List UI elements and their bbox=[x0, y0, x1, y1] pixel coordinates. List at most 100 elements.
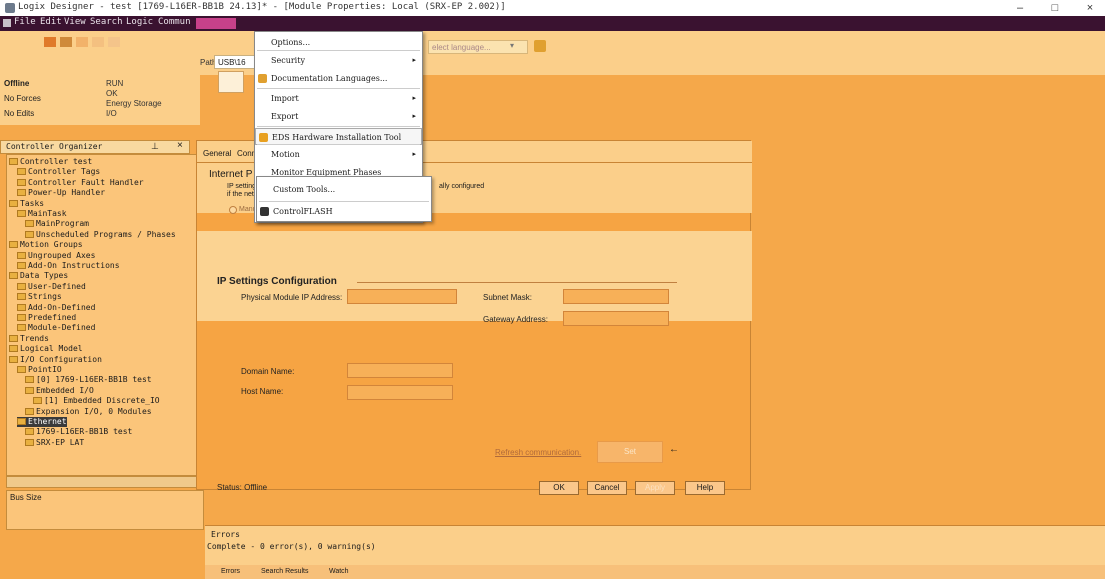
menu-bar: File Edit View Search Logic Commun bbox=[0, 16, 1105, 31]
tree-item[interactable]: [1] Embedded Discrete_IO bbox=[33, 396, 160, 406]
tree-item[interactable]: Strings bbox=[17, 292, 62, 302]
open-icon[interactable] bbox=[60, 37, 72, 47]
tree-item[interactable]: [0] 1769-L16ER-BB1B test bbox=[25, 375, 152, 385]
cancel-button[interactable]: Cancel bbox=[587, 481, 627, 495]
menu-tools-highlight[interactable] bbox=[196, 18, 236, 29]
ok-button[interactable]: OK bbox=[539, 481, 579, 495]
physical-ip-field[interactable] bbox=[347, 289, 457, 304]
menu-separator bbox=[257, 88, 420, 89]
apply-button[interactable]: Apply bbox=[635, 481, 675, 495]
tree-item[interactable]: SRX-EP LAT bbox=[25, 438, 84, 448]
tree-item[interactable]: Controller Tags bbox=[17, 167, 100, 177]
refresh-communication-link[interactable]: Refresh communication. bbox=[495, 448, 581, 457]
tree-item-label: Trends bbox=[20, 333, 49, 343]
menu-view[interactable]: View bbox=[64, 17, 86, 27]
close-icon[interactable]: × bbox=[177, 140, 183, 151]
domain-name-field[interactable] bbox=[347, 363, 453, 378]
folder-icon bbox=[9, 199, 18, 207]
maximize-button[interactable]: □ bbox=[1040, 0, 1070, 16]
folder-icon bbox=[25, 407, 34, 415]
edits-status: No Edits bbox=[4, 109, 35, 118]
minimize-button[interactable]: – bbox=[1005, 0, 1035, 16]
tree-item[interactable]: Expansion I/O, 0 Modules bbox=[25, 407, 152, 417]
controlflash-item[interactable]: ControlFLASH bbox=[257, 203, 431, 220]
tree-item-label: Module-Defined bbox=[28, 323, 96, 333]
tree-item-label: [1] Embedded Discrete_IO bbox=[44, 396, 160, 406]
tree-item[interactable]: Add-On-Defined bbox=[17, 303, 95, 313]
controller-mode-icon bbox=[218, 71, 244, 93]
close-button[interactable]: × bbox=[1075, 0, 1105, 16]
tree-item[interactable]: Data Types bbox=[9, 271, 68, 281]
tree-item[interactable]: 1769-L16ER-BB1B test bbox=[25, 427, 132, 437]
tab-general[interactable]: General bbox=[203, 149, 231, 158]
energy-storage-indicator: Energy Storage bbox=[106, 99, 162, 108]
tree-item[interactable]: I/O Configuration bbox=[9, 355, 102, 365]
subnet-mask-label: Subnet Mask: bbox=[483, 293, 532, 302]
tree-item[interactable]: Unscheduled Programs / Phases bbox=[25, 230, 176, 240]
folder-icon bbox=[9, 272, 18, 280]
tree-item[interactable]: Embedded I/O bbox=[25, 386, 94, 396]
tree-item-label: Strings bbox=[28, 292, 62, 302]
tree-item[interactable]: Power-Up Handler bbox=[17, 188, 105, 198]
menu-item[interactable]: Import ▸ bbox=[255, 90, 422, 107]
tree-item[interactable]: Tasks bbox=[9, 199, 44, 209]
tree-item[interactable]: Trends bbox=[9, 334, 49, 344]
manual-radio[interactable] bbox=[229, 206, 237, 214]
host-name-field[interactable] bbox=[347, 385, 453, 400]
custom-tools-item[interactable]: Custom Tools... bbox=[257, 181, 431, 198]
system-menu-icon[interactable] bbox=[3, 19, 11, 27]
menu-search[interactable]: Search bbox=[90, 17, 123, 27]
submenu-arrow-icon: ▸ bbox=[412, 112, 416, 120]
menu-item[interactable]: Options... bbox=[255, 34, 422, 51]
new-icon[interactable] bbox=[44, 37, 56, 47]
tab-search-results[interactable]: Search Results bbox=[261, 568, 308, 575]
set-button[interactable]: Set bbox=[597, 441, 663, 463]
menu-item[interactable]: Export ▸ bbox=[255, 108, 422, 125]
undo-icon[interactable] bbox=[108, 37, 120, 47]
folder-icon bbox=[25, 428, 34, 436]
tree-item[interactable]: Predefined bbox=[17, 313, 76, 323]
menu-communications[interactable]: Commun bbox=[158, 17, 191, 27]
tree-item[interactable]: Controller Fault Handler bbox=[17, 178, 144, 188]
properties-box: Bus Size bbox=[6, 490, 204, 530]
menu-item[interactable]: Security ▸ bbox=[255, 52, 422, 69]
gateway-field[interactable] bbox=[563, 311, 669, 326]
tree-item[interactable]: Add-On Instructions bbox=[17, 261, 120, 271]
tools-menu-extra: Custom Tools... ControlFLASH bbox=[256, 176, 432, 222]
tree-item[interactable]: Ethernet bbox=[17, 417, 67, 427]
menu-item[interactable]: Motion ▸ bbox=[255, 146, 422, 163]
menu-logic[interactable]: Logic bbox=[126, 17, 153, 27]
save-icon[interactable] bbox=[76, 37, 88, 47]
tree-item[interactable]: Ungrouped Axes bbox=[17, 251, 95, 261]
print-icon[interactable] bbox=[92, 37, 104, 47]
tree-horizontal-scrollbar[interactable] bbox=[6, 476, 204, 488]
tab-watch[interactable]: Watch bbox=[329, 568, 349, 575]
language-icon[interactable] bbox=[534, 40, 546, 52]
tab-errors[interactable]: Errors bbox=[221, 568, 240, 575]
tree-item[interactable]: Logical Model bbox=[9, 344, 83, 354]
controller-organizer-tree: Controller test Controller Tags Controller… bbox=[6, 154, 204, 476]
subnet-mask-field[interactable] bbox=[563, 289, 669, 304]
tree-item-label: Ethernet bbox=[28, 417, 67, 426]
chevron-down-icon[interactable]: ▾ bbox=[510, 41, 514, 50]
tree-item[interactable]: Module-Defined bbox=[17, 323, 95, 333]
errors-panel: Errors Complete - 0 error(s), 0 warning(… bbox=[205, 525, 1105, 565]
menu-item[interactable]: Documentation Languages... bbox=[255, 70, 422, 87]
folder-icon bbox=[17, 418, 26, 425]
pin-icon[interactable]: ⊥ bbox=[151, 141, 159, 152]
folder-icon bbox=[17, 366, 26, 373]
help-button[interactable]: Help bbox=[685, 481, 725, 495]
tree-item[interactable]: PointIO bbox=[17, 365, 62, 375]
folder-icon bbox=[25, 438, 34, 446]
menu-item[interactable]: EDS Hardware Installation Tool bbox=[255, 128, 422, 145]
tree-item[interactable]: Controller test bbox=[9, 157, 92, 167]
tree-item-label: Motion Groups bbox=[20, 240, 83, 250]
tree-item[interactable]: User-Defined bbox=[17, 282, 86, 292]
tree-item[interactable]: MainTask bbox=[17, 209, 67, 219]
menu-file[interactable]: File bbox=[14, 17, 36, 27]
tree-item[interactable]: MainProgram bbox=[25, 219, 89, 229]
tree-item[interactable]: Motion Groups bbox=[9, 240, 83, 250]
submenu-arrow-icon: ▸ bbox=[412, 94, 416, 102]
menu-edit[interactable]: Edit bbox=[40, 17, 62, 27]
title-bar: Logix Designer - test [1769-L16ER-BB1B 2… bbox=[0, 0, 1105, 16]
